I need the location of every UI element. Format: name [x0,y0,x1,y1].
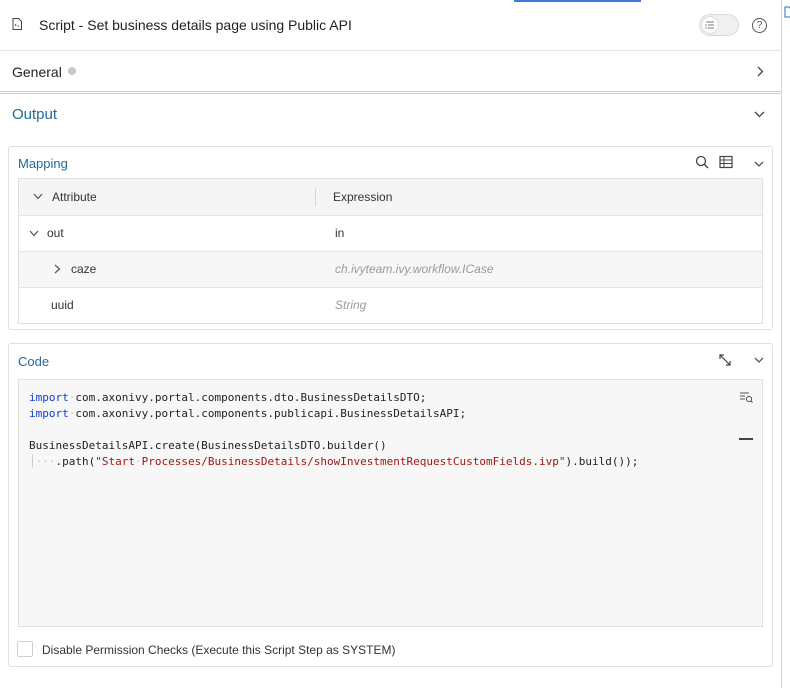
attribute-cell: caze [71,262,97,276]
attribute-cell: out [47,226,64,240]
status-dot-icon [68,67,76,75]
table-icon[interactable] [718,154,734,170]
disable-permission-checkbox[interactable] [17,641,33,657]
string-literal: "Start·Processes/BusinessDetails/showInv… [95,455,566,468]
output-title: Output [12,106,58,123]
help-icon[interactable]: ? [752,18,767,33]
keyword: import [29,407,69,420]
chevron-down-icon[interactable] [751,156,767,172]
code-line: import·com.axonivy.portal.components.dto… [29,391,427,404]
file-icon [12,18,22,30]
list-toggle[interactable] [699,14,739,36]
table-row[interactable]: uuid String [19,288,762,323]
general-section-header[interactable]: General [0,51,781,92]
disable-permission-label[interactable]: Disable Permission Checks (Execute this … [42,643,395,657]
expand-icon[interactable] [717,352,733,368]
code-title: Code [18,354,50,369]
inscription-panel: Script - Set business details page using… [0,0,782,688]
chevron-down-icon[interactable] [33,193,43,200]
table-row[interactable]: caze ch.ivyteam.ivy.workflow.ICase [19,252,762,288]
browse-icon[interactable] [738,389,754,405]
column-divider[interactable] [315,188,316,206]
chevron-down-icon[interactable] [754,110,765,118]
code-line: import·com.axonivy.portal.components.pub… [29,407,467,420]
code-editor[interactable]: import·com.axonivy.portal.components.dto… [18,379,763,627]
panel-header: Script - Set business details page using… [0,0,781,51]
edge-file-icon[interactable] [784,6,790,18]
general-label: General [12,64,62,80]
column-header-expression[interactable]: Expression [333,190,392,204]
chevron-down-icon[interactable] [751,352,767,368]
code-line: BusinessDetailsAPI.create(BusinessDetail… [29,439,387,452]
code-text[interactable]: import·com.axonivy.portal.components.dto… [29,390,638,470]
mapping-section: Mapping Attribute Expression out in caze… [8,146,773,330]
expression-cell[interactable]: ch.ivyteam.ivy.workflow.ICase [335,262,494,276]
chevron-down-icon[interactable] [29,230,39,237]
output-section-header[interactable]: Output [0,93,781,134]
minimize-icon[interactable] [738,431,754,447]
side-gutter [782,0,790,688]
page-title: Script - Set business details page using… [39,17,352,33]
chevron-right-icon[interactable] [756,66,764,77]
chevron-right-icon[interactable] [54,264,61,274]
import-path: com.axonivy.portal.components.dto.Busine… [75,391,427,404]
table-row[interactable]: out in [19,216,762,252]
list-toggle-icon [702,17,718,33]
expression-cell[interactable]: in [335,226,344,240]
table-header-row: Attribute Expression [19,179,762,216]
mapping-table: Attribute Expression out in caze ch.ivyt… [18,178,763,324]
code-line: │···.path("Start·Processes/BusinessDetai… [29,455,639,468]
expression-cell[interactable]: String [335,298,366,312]
search-icon[interactable] [694,154,710,170]
mapping-title: Mapping [18,156,68,171]
code-section: Code import·com.axonivy.portal.component… [8,343,773,667]
column-header-attribute[interactable]: Attribute [52,190,97,204]
keyword: import [29,391,69,404]
import-path: com.axonivy.portal.components.publicapi.… [75,407,467,420]
attribute-cell: uuid [51,298,74,312]
